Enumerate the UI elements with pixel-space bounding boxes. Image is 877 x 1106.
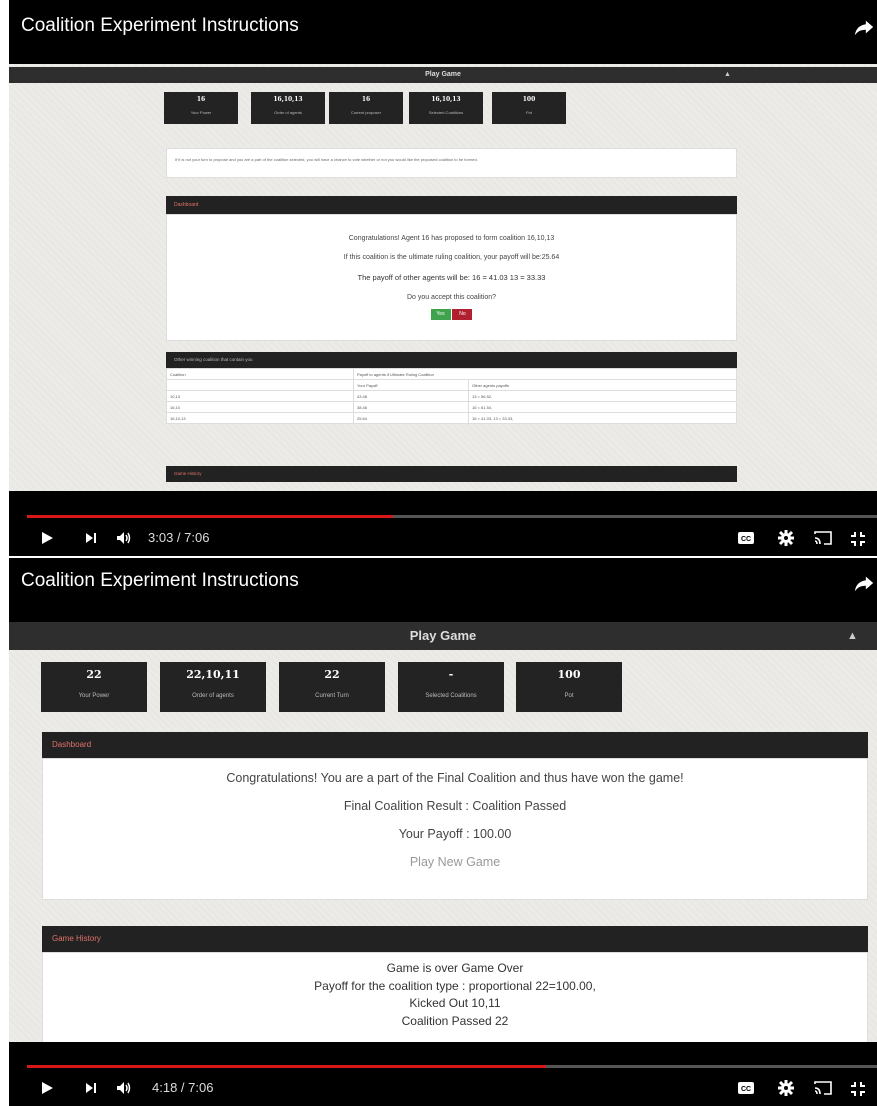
progress-fill [27,1065,546,1068]
stat-selected-coalitions: 16,10,13 Selected Coalitions [409,92,483,124]
top-bar: Play Game ▲ [9,67,877,83]
user-icon[interactable]: ▲ [847,622,858,650]
exit-fullscreen-icon[interactable] [849,1080,867,1098]
dashboard-panel: Congratulations! You are a part of the F… [42,758,868,900]
play-icon[interactable] [39,530,55,546]
yes-button[interactable]: Yes [430,309,451,320]
stat-your-power: 22 Your Power [41,662,147,712]
table-row: 16,10,13 25.64 16 = 41.03, 13 = 33.33, [166,412,737,424]
stat-selected-coalitions: - Selected Coalitions [398,662,504,712]
progress-fill [27,515,393,518]
dashboard-panel: Congratulations! Agent 16 has proposed t… [166,214,737,341]
history-line: Game is over Game Over [386,961,524,975]
game-history-header: Game History [42,926,868,952]
stat-pot: 100 Pot [492,92,566,124]
stat-current-turn: 22 Current Turn [279,662,385,712]
no-button[interactable]: No [452,309,473,320]
game-history-panel: Game is over Game Over Payoff for the co… [42,952,868,1042]
game-screen: Play Game ▲ 16 Your Power 16,10,13 Order… [9,64,877,491]
other-payoff-text: The payoff of other agents will be: 16 =… [357,273,546,282]
volume-icon[interactable] [115,1079,133,1097]
col-payoff: Payoff to agents if Ultimate Ruling Coal… [353,368,737,380]
progress-bar[interactable] [27,515,877,518]
play-icon[interactable] [39,1080,55,1096]
captions-icon[interactable]: CC [737,531,755,545]
progress-bar[interactable] [27,1065,877,1068]
time-display: 4:18 / 7:06 [152,1080,214,1095]
your-payoff-text: Your Payoff : 100.00 [398,827,512,841]
stat-order-of-agents: 22,10,11 Order of agents [160,662,266,712]
player-controls: 4:18 / 7:06 CC [9,1060,877,1106]
stat-pot: 100 Pot [516,662,622,712]
play-new-game-link[interactable]: Play New Game [43,855,867,869]
next-icon[interactable] [83,530,99,546]
congratulations-text: Congratulations! You are a part of the F… [226,771,684,785]
col-coalition: Coalition [166,368,354,380]
stat-order-of-agents: 16,10,13 Order of agents [251,92,325,124]
time-display: 3:03 / 7:06 [148,530,210,545]
final-coalition-result: Final Coalition Result : Coalition Passe… [343,799,567,813]
volume-icon[interactable] [115,529,133,547]
share-icon[interactable] [853,572,875,594]
svg-text:CC: CC [741,1086,751,1093]
exit-fullscreen-icon[interactable] [849,530,867,548]
game-history-header: Game History [166,466,737,482]
dashboard-header: Dashboard [42,732,868,758]
player-controls: 3:03 / 7:06 CC [9,510,877,556]
sub-your-payoff: Your Payoff [353,379,469,391]
history-line: Coalition Passed 22 [401,1013,509,1028]
history-line: Kicked Out 10,11 [409,996,501,1010]
gear-icon[interactable] [777,1079,795,1097]
dashboard-header: Dashboard [166,196,737,214]
video-title[interactable]: Coalition Experiment Instructions [21,570,299,592]
video-player-frame-2[interactable]: Coalition Experiment Instructions Play G… [9,558,877,1106]
table-row: 10,13 43.48 13 = 56.52, [166,390,737,402]
cast-icon[interactable] [813,1080,833,1096]
next-icon[interactable] [83,1080,99,1096]
other-coalitions-table: Coalition Payoff to agents if Ultimate R… [166,368,737,424]
top-bar-title: Play Game [409,628,477,643]
cast-icon[interactable] [813,530,833,546]
sub-other-payoffs: Other agents payoffs [468,379,737,391]
proposal-text: Congratulations! Agent 16 has proposed t… [348,235,555,242]
video-title[interactable]: Coalition Experiment Instructions [21,15,299,37]
stat-current-proposer: 16 Current proposer [329,92,403,124]
instruction-note: If it is not your turn to propose and yo… [166,148,737,178]
gear-icon[interactable] [777,529,795,547]
game-screen: Play Game ▲ 22 Your Power 22,10,11 Order… [9,622,877,1042]
top-bar: Play Game ▲ [9,622,877,650]
captions-icon[interactable]: CC [737,1081,755,1095]
table-row: 16,10 38.46 16 = 61.54, [166,401,737,413]
payoff-text: If this coalition is the ultimate ruling… [343,254,560,261]
history-line: Payoff for the coalition type : proporti… [314,978,596,993]
svg-text:CC: CC [741,536,751,543]
other-coalitions-header: Other winning coalition that contain you [166,352,737,368]
stat-your-power: 16 Your Power [164,92,238,124]
user-icon[interactable]: ▲ [724,67,731,83]
accept-question: Do you accept this coalition? [406,294,497,301]
video-player-frame-1[interactable]: Coalition Experiment Instructions Play G… [9,0,877,556]
share-icon[interactable] [853,16,875,38]
top-bar-title: Play Game [425,71,461,78]
